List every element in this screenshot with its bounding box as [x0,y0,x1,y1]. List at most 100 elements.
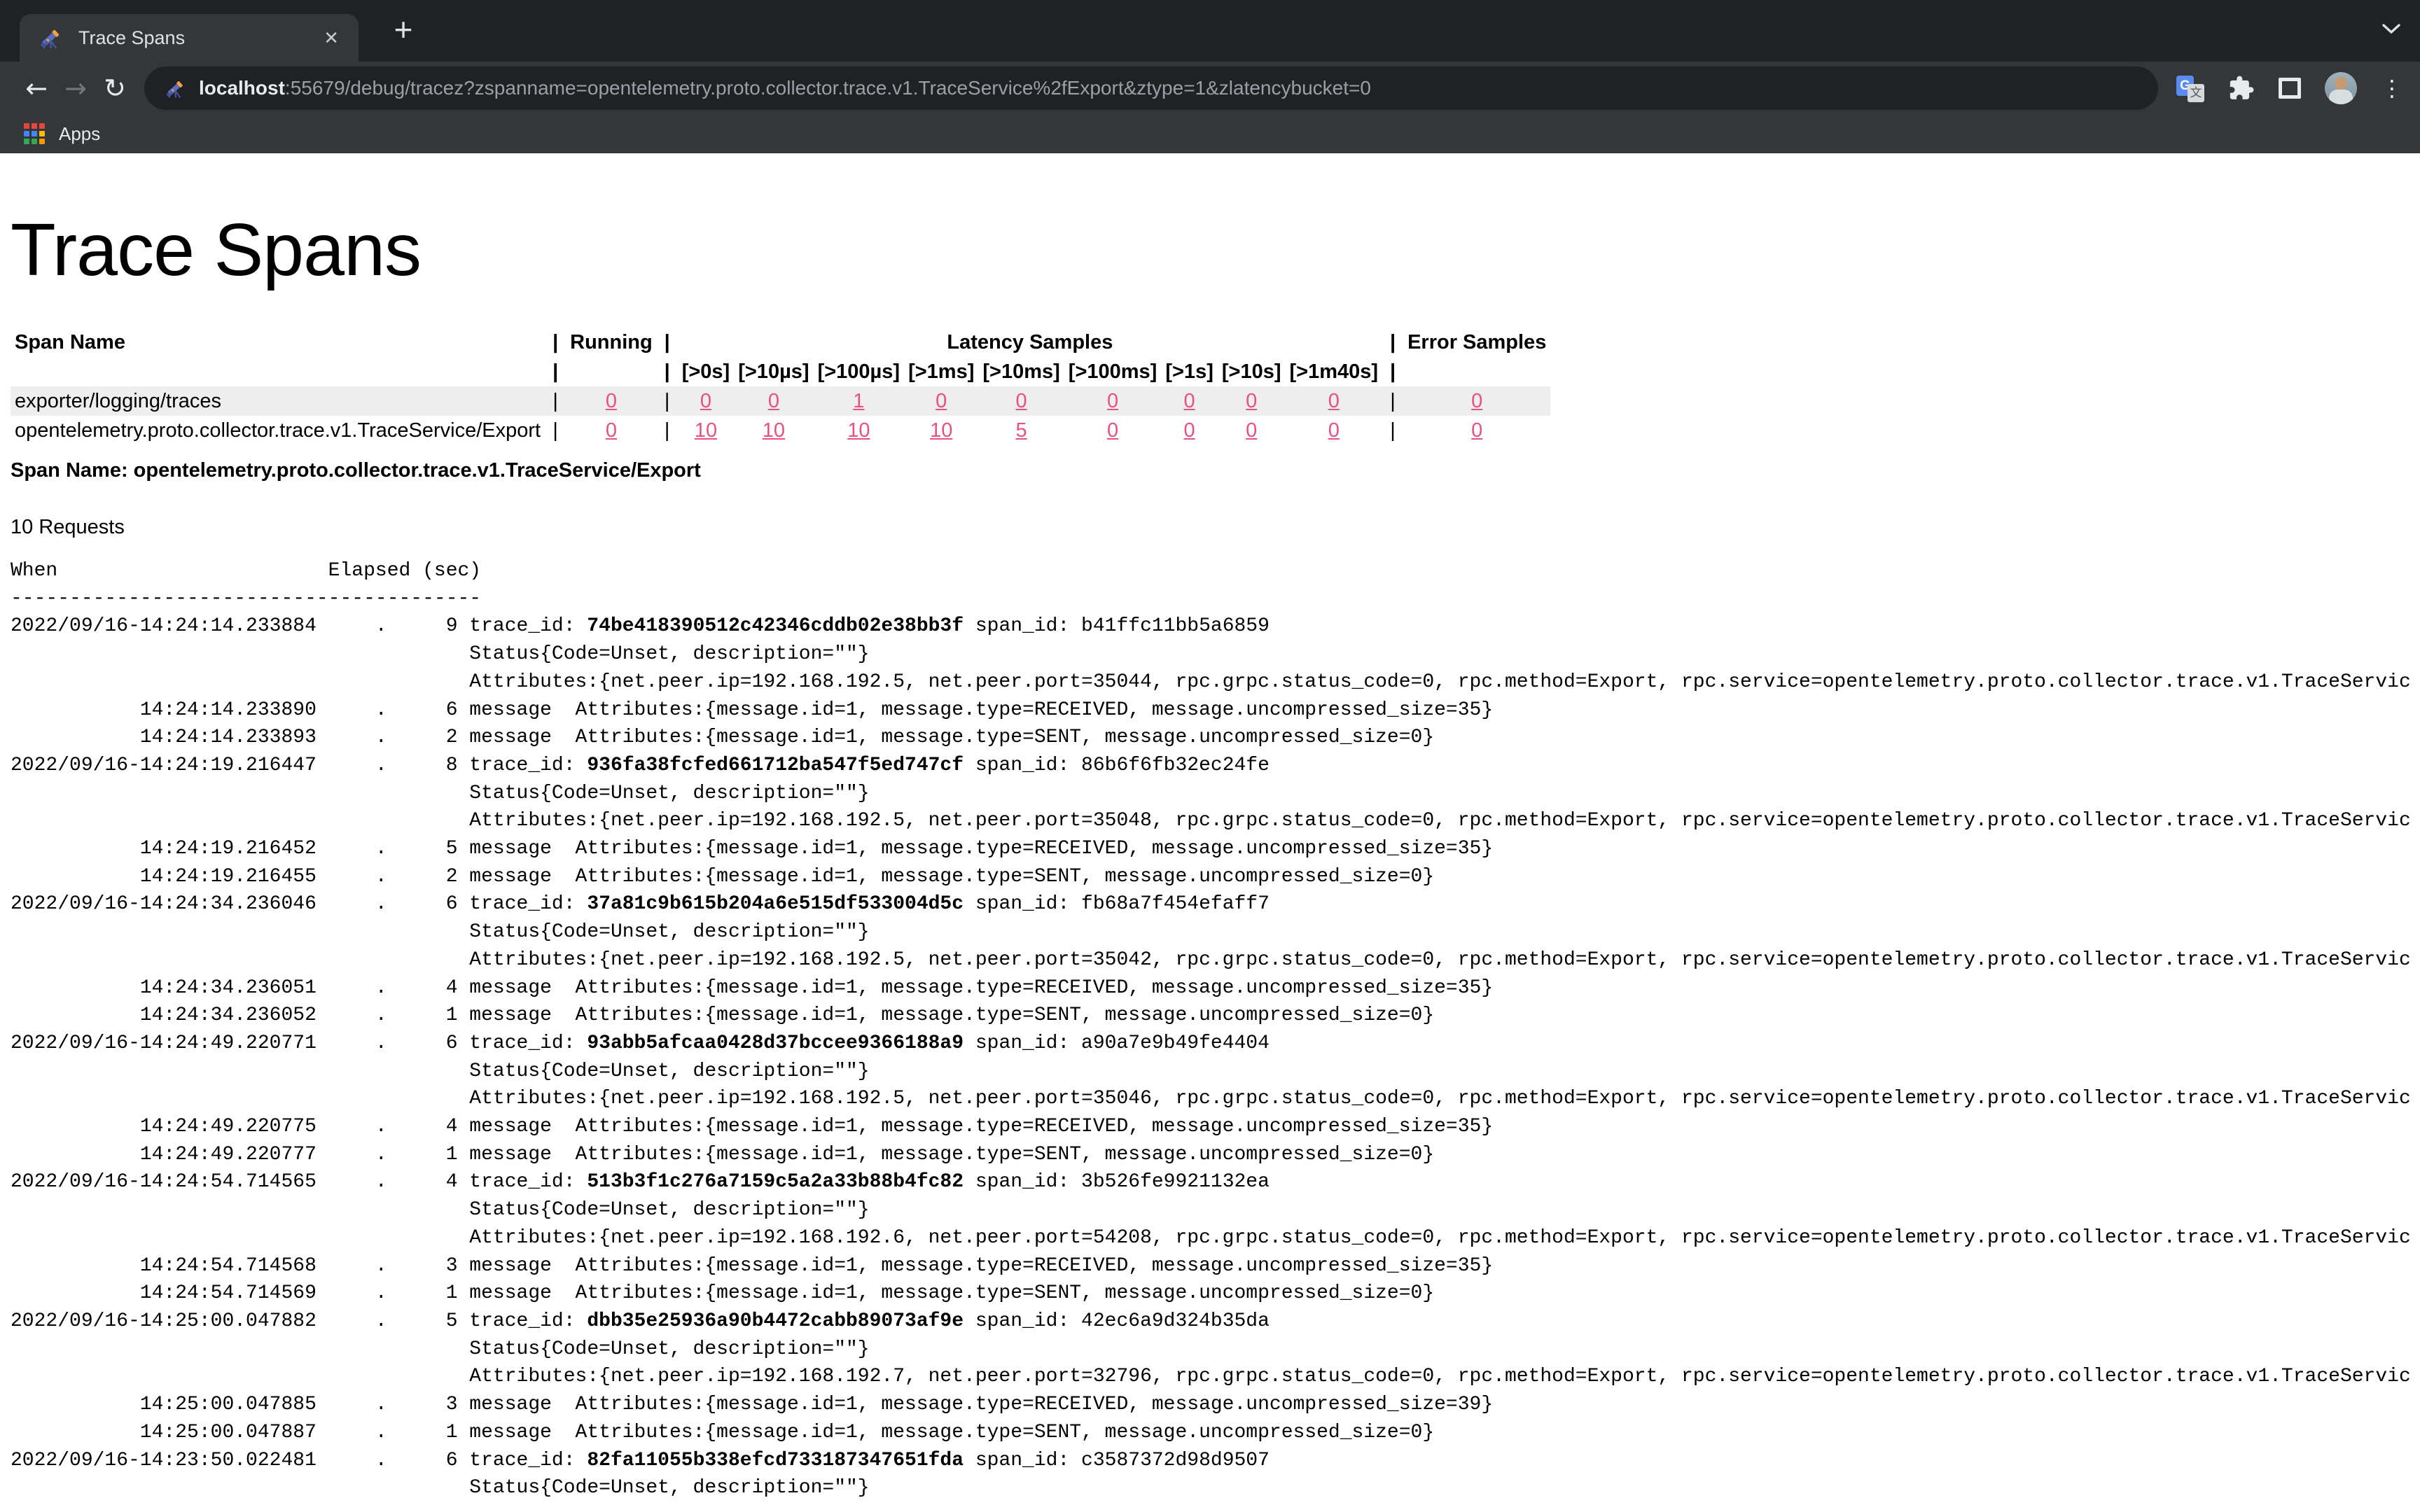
latency-bucket-cell: 0 [1161,416,1218,445]
latency-bucket-link[interactable]: 0 [1246,419,1257,442]
latency-bucket-label: [>0s] [678,357,735,386]
browser-toolbar: ← → ↻ localhost:55679/debug/tracez?zspan… [0,62,2420,114]
trace-id: 93abb5afcaa0428d37bccee9366188a9 [587,1032,964,1054]
trace-id: 74be418390512c42346cddb02e38bb3f [587,615,964,637]
latency-bucket-link[interactable]: 10 [847,419,870,442]
close-tab-icon[interactable]: ✕ [318,24,345,52]
column-separator: | [1382,386,1403,416]
error-cell: 0 [1403,416,1550,445]
error-count-link[interactable]: 0 [1471,419,1482,442]
column-separator: | [657,357,678,386]
url-address-bar[interactable]: localhost:55679/debug/tracez?zspanname=o… [144,66,2158,110]
latency-bucket-link[interactable]: 0 [700,390,711,412]
running-cell: 0 [566,416,657,445]
translate-icon[interactable]: G 文 [2176,74,2204,102]
latency-bucket-cell: 0 [1218,386,1286,416]
latency-bucket-link[interactable]: 5 [1016,419,1027,442]
latency-bucket-label: [>1m40s] [1286,357,1383,386]
url-path: :55679/debug/tracez?zspanname=openteleme… [285,77,1371,99]
tab-strip: Trace Spans ✕ + [0,0,2420,62]
extensions-puzzle-icon[interactable] [2228,75,2255,102]
new-tab-button[interactable]: + [384,10,423,49]
tab-title: Trace Spans [78,27,318,49]
side-panel-icon[interactable] [2279,78,2301,99]
latency-bucket-cell: 10 [734,416,813,445]
latency-bucket-link[interactable]: 0 [768,390,779,412]
latency-bucket-link[interactable]: 0 [1246,390,1257,412]
latency-bucket-link[interactable]: 0 [1184,390,1195,412]
url-host: localhost [199,77,285,99]
table-row: exporter/logging/traces|0|001000000|0 [11,386,1550,416]
col-header-running: Running [566,328,657,357]
trace-id: 513b3f1c276a7159c5a2a33b88b4fc82 [587,1171,964,1193]
latency-bucket-cell: 0 [1161,386,1218,416]
apps-button[interactable]: Apps [59,123,100,145]
latency-bucket-link[interactable]: 0 [1328,419,1340,442]
running-count-link[interactable]: 0 [606,390,617,412]
empty-cell [566,357,657,386]
column-separator: | [657,416,678,445]
latency-bucket-link[interactable]: 0 [1184,419,1195,442]
latency-bucket-cell: 0 [1064,386,1162,416]
column-separator: | [545,386,566,416]
trace-id: 936fa38fcfed661712ba547f5ed747cf [587,755,964,776]
avatar-body [2329,90,2353,104]
page-content: Trace Spans Span Name|Running|Latency Sa… [0,208,2420,1502]
latency-bucket-link[interactable]: 0 [936,390,947,412]
avatar-head [2335,77,2347,90]
error-count-link[interactable]: 0 [1471,390,1482,412]
latency-bucket-label: [>10µs] [734,357,813,386]
apps-grid-icon [24,123,45,144]
reload-button[interactable]: ↻ [95,73,134,104]
page-title: Trace Spans [11,208,2420,293]
col-header-latency-samples: Latency Samples [678,328,1382,357]
latency-bucket-cell: 10 [814,416,904,445]
opentelemetry-favicon-icon [164,77,186,99]
latency-bucket-cell: 0 [1064,416,1162,445]
latency-bucket-cell: 0 [678,386,735,416]
browser-menu-icon[interactable]: ⋮ [2381,75,2403,102]
back-button[interactable]: ← [17,73,56,104]
browser-tab[interactable]: Trace Spans ✕ [20,14,359,62]
trace-id: 37a81c9b615b204a6e515df533004d5c [587,893,964,915]
column-separator: | [657,328,678,357]
latency-bucket-cell: 0 [978,386,1064,416]
latency-bucket-link[interactable]: 0 [1016,390,1027,412]
column-separator: | [545,357,566,386]
latency-bucket-label: [>1ms] [904,357,978,386]
latency-bucket-cell: 0 [904,386,978,416]
running-count-link[interactable]: 0 [606,419,617,442]
column-separator: | [545,416,566,445]
latency-bucket-label: [>1s] [1161,357,1218,386]
latency-bucket-link[interactable]: 1 [853,390,864,412]
bookmarks-bar: Apps [0,114,2420,153]
table-row: opentelemetry.proto.collector.trace.v1.T… [11,416,1550,445]
latency-bucket-link[interactable]: 10 [695,419,717,442]
latency-bucket-link[interactable]: 10 [930,419,952,442]
latency-bucket-link[interactable]: 10 [763,419,785,442]
chevron-down-icon[interactable] [2381,22,2402,35]
latency-bucket-label: [>100ms] [1064,357,1162,386]
trace-id: 82fa11055b338efcd733187347651fda [587,1450,964,1471]
latency-bucket-cell: 5 [978,416,1064,445]
col-header-span-name: Span Name [11,328,545,357]
span-name-heading: Span Name: opentelemetry.proto.collector… [11,459,2420,482]
span-name-cell: opentelemetry.proto.collector.trace.v1.T… [11,416,545,445]
column-separator: | [657,386,678,416]
column-separator: | [545,328,566,357]
col-header-error-samples: Error Samples [1403,328,1550,357]
empty-cell [11,357,545,386]
requests-count: 10 Requests [11,516,2420,539]
latency-bucket-link[interactable]: 0 [1107,390,1118,412]
opentelemetry-favicon-icon [38,25,63,50]
column-separator: | [1382,357,1403,386]
latency-bucket-link[interactable]: 0 [1328,390,1340,412]
latency-bucket-link[interactable]: 0 [1107,419,1118,442]
latency-bucket-cell: 10 [678,416,735,445]
latency-bucket-cell: 0 [1286,416,1383,445]
profile-avatar[interactable] [2325,72,2357,104]
latency-bucket-label: [>10s] [1218,357,1286,386]
forward-button[interactable]: → [56,73,95,104]
empty-cell [1403,357,1550,386]
latency-bucket-cell: 1 [814,386,904,416]
